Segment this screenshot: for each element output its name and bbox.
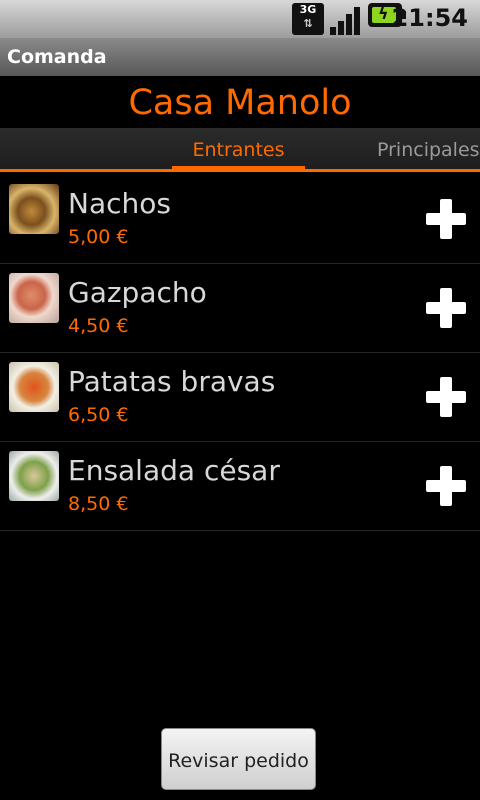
- restaurant-name: Casa Manolo: [128, 83, 352, 123]
- signal-icon: [330, 3, 362, 35]
- item-name: Ensalada césar: [68, 454, 280, 487]
- ensalada-cesar-thumbnail: [9, 451, 59, 501]
- item-price: 5,00 €: [68, 226, 129, 248]
- status-bar: 3G ⇅ ϟ 21:54: [0, 0, 480, 38]
- item-price: 6,50 €: [68, 404, 129, 426]
- item-name: Patatas bravas: [68, 365, 276, 398]
- add-item-button[interactable]: [426, 466, 466, 506]
- nachos-thumbnail: [9, 184, 59, 234]
- review-order-button[interactable]: Revisar pedido: [161, 728, 316, 790]
- list-item[interactable]: Ensalada césar 8,50 €: [0, 442, 480, 531]
- add-item-button[interactable]: [426, 199, 466, 239]
- add-item-button[interactable]: [426, 288, 466, 328]
- network-type-label: 3G: [299, 3, 317, 16]
- list-item[interactable]: Nachos 5,00 €: [0, 175, 480, 264]
- gazpacho-thumbnail: [9, 273, 59, 323]
- item-name: Gazpacho: [68, 276, 207, 309]
- item-name: Nachos: [68, 187, 171, 220]
- item-price: 8,50 €: [68, 493, 129, 515]
- status-clock: 21:54: [391, 4, 468, 32]
- add-item-button[interactable]: [426, 377, 466, 417]
- list-item[interactable]: Gazpacho 4,50 €: [0, 264, 480, 353]
- network-3g-icon: 3G ⇅: [292, 3, 324, 35]
- item-price: 4,50 €: [68, 315, 129, 337]
- app-title-bar: Comanda: [0, 38, 480, 76]
- patatas-bravas-thumbnail: [9, 362, 59, 412]
- menu-item-list: Nachos 5,00 € Gazpacho 4,50 € Patatas br…: [0, 175, 480, 531]
- list-item[interactable]: Patatas bravas 6,50 €: [0, 353, 480, 442]
- tab-principales[interactable]: Principales: [377, 128, 480, 169]
- category-tabs: Entrantes Principales: [0, 128, 480, 172]
- tab-entrantes[interactable]: Entrantes: [172, 128, 305, 169]
